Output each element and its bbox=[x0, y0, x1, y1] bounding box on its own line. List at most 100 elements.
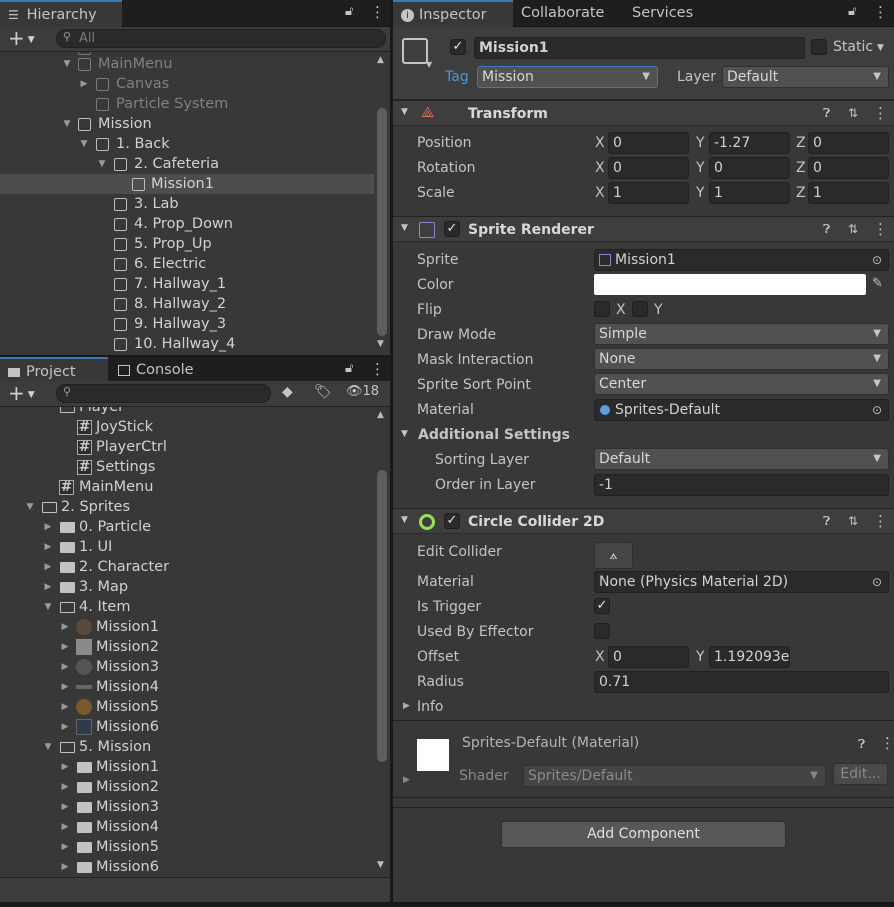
tree-row-lab[interactable]: 3. Lab bbox=[0, 194, 376, 214]
kebab-menu-icon[interactable]: ⋮ bbox=[370, 3, 385, 21]
circle-collider-enabled-checkbox[interactable]: ✓ bbox=[444, 513, 460, 529]
is-trigger-checkbox[interactable]: ✓ bbox=[594, 598, 610, 614]
tab-inspector[interactable]: i Inspector bbox=[393, 0, 513, 27]
rotation-z-field[interactable]: 0 bbox=[808, 157, 889, 179]
object-picker-icon[interactable]: ⊙ bbox=[872, 572, 882, 592]
expand-arrow-icon[interactable]: ▶ bbox=[59, 777, 71, 797]
scale-x-label[interactable]: X bbox=[595, 183, 605, 203]
tree-row-hallway-1[interactable]: 7. Hallway_1 bbox=[0, 274, 376, 294]
additional-settings-label[interactable]: Additional Settings bbox=[418, 425, 570, 445]
material-object-field[interactable]: Sprites-Default ⊙ bbox=[594, 399, 889, 421]
position-x-label[interactable]: X bbox=[595, 133, 605, 153]
tree-row-electric[interactable]: 6. Electric bbox=[0, 254, 376, 274]
tree-row-mission1-selected[interactable]: Mission1 bbox=[0, 174, 374, 194]
flip-x-checkbox[interactable] bbox=[594, 301, 610, 317]
expand-arrow-icon[interactable]: ▶ bbox=[42, 517, 54, 537]
expand-arrow-icon[interactable]: ▼ bbox=[42, 597, 54, 617]
expand-arrow-icon[interactable]: ▶ bbox=[59, 697, 71, 717]
shader-dropdown[interactable]: Sprites/Default ▼ bbox=[523, 765, 826, 787]
offset-y-field[interactable]: 1.192093e bbox=[709, 646, 790, 668]
expand-arrow-icon[interactable]: ▶ bbox=[42, 537, 54, 557]
layer-dropdown[interactable]: Default ▼ bbox=[722, 66, 889, 88]
object-name-field[interactable]: Mission1 bbox=[474, 37, 805, 59]
project-scrollbar[interactable] bbox=[377, 470, 387, 762]
component-menu-icon[interactable]: ⋮ bbox=[880, 734, 894, 752]
sorting-layer-dropdown[interactable]: Default ▼ bbox=[594, 448, 889, 470]
expand-arrow-icon[interactable]: ▶ bbox=[59, 817, 71, 837]
gameobject-large-icon[interactable] bbox=[402, 38, 428, 64]
position-x-field[interactable]: 0 bbox=[608, 132, 689, 154]
tree-row-hallway-4[interactable]: 10. Hallway_4 bbox=[0, 334, 376, 354]
expand-arrow-icon[interactable]: ▼ bbox=[61, 114, 73, 134]
scroll-up-arrow-icon[interactable]: ▲ bbox=[377, 55, 384, 65]
expand-arrow-icon[interactable]: ▼ bbox=[24, 497, 36, 517]
kebab-menu-icon[interactable]: ⋮ bbox=[873, 3, 888, 21]
panel-splitter[interactable] bbox=[390, 0, 393, 907]
circle-collider-header[interactable]: ▼ ✓ Circle Collider 2D ❓︎ ⇅ ⋮ bbox=[393, 508, 894, 534]
rotation-x-field[interactable]: 0 bbox=[608, 157, 689, 179]
filter-by-type-icon[interactable]: ◆ bbox=[282, 384, 293, 400]
tree-row-prop-up[interactable]: 5. Prop_Up bbox=[0, 234, 376, 254]
help-icon[interactable]: ❓︎ bbox=[823, 222, 830, 237]
color-swatch[interactable] bbox=[594, 274, 866, 295]
help-icon[interactable]: ❓︎ bbox=[858, 737, 865, 752]
expand-arrow-icon[interactable]: ▶ bbox=[59, 657, 71, 677]
filter-by-label-icon[interactable]: 🏷︎ bbox=[314, 384, 332, 400]
foldout-arrow-icon[interactable]: ▼ bbox=[401, 107, 408, 117]
flip-y-checkbox[interactable] bbox=[632, 301, 648, 317]
lock-icon[interactable]: 🔓︎ bbox=[345, 361, 353, 376]
help-icon[interactable]: ❓︎ bbox=[823, 514, 830, 529]
sprite-object-field[interactable]: Mission1 ⊙ bbox=[594, 249, 889, 271]
expand-arrow-icon[interactable]: ▼ bbox=[42, 737, 54, 757]
horizontal-splitter[interactable] bbox=[0, 355, 390, 357]
scale-y-label[interactable]: Y bbox=[696, 183, 705, 203]
position-y-field[interactable]: -1.27 bbox=[709, 132, 790, 154]
rotation-x-label[interactable]: X bbox=[595, 158, 605, 178]
expand-arrow-icon[interactable]: ▶ bbox=[59, 757, 71, 777]
offset-y-label[interactable]: Y bbox=[696, 647, 705, 667]
rotation-z-label[interactable]: Z bbox=[796, 158, 806, 178]
tree-row-mission[interactable]: ▼ Mission bbox=[0, 114, 376, 134]
lock-icon[interactable]: 🔓︎ bbox=[848, 4, 856, 19]
add-component-button[interactable]: Add Component bbox=[501, 821, 786, 848]
rotation-y-label[interactable]: Y bbox=[696, 158, 705, 178]
component-menu-icon[interactable]: ⋮ bbox=[873, 512, 888, 530]
expand-arrow-icon[interactable]: ▶ bbox=[59, 617, 71, 637]
info-foldout-label[interactable]: Info bbox=[417, 697, 444, 717]
sprite-renderer-enabled-checkbox[interactable]: ✓ bbox=[444, 221, 460, 237]
chevron-down-icon[interactable]: ▼ bbox=[877, 43, 884, 53]
expand-arrow-icon[interactable]: ▶ bbox=[59, 837, 71, 857]
expand-arrow-icon[interactable]: ▶ bbox=[59, 797, 71, 817]
static-checkbox[interactable] bbox=[811, 39, 827, 55]
tab-console[interactable]: Console bbox=[110, 357, 202, 384]
component-menu-icon[interactable]: ⋮ bbox=[873, 220, 888, 238]
kebab-menu-icon[interactable]: ⋮ bbox=[370, 360, 385, 378]
object-picker-icon[interactable]: ⊙ bbox=[872, 400, 882, 420]
presets-icon[interactable]: ⇅ bbox=[848, 514, 858, 528]
scale-z-field[interactable]: 1 bbox=[808, 182, 889, 204]
help-icon[interactable]: ❓︎ bbox=[823, 106, 830, 121]
collider-material-field[interactable]: None (Physics Material 2D) ⊙ bbox=[594, 571, 889, 593]
tab-hierarchy[interactable]: ☰ Hierarchy bbox=[0, 0, 122, 27]
tree-row-particle-system[interactable]: Particle System bbox=[0, 94, 376, 114]
tree-row-prop-down[interactable]: 4. Prop_Down bbox=[0, 214, 376, 234]
tree-row-hallway-2[interactable]: 8. Hallway_2 bbox=[0, 294, 376, 314]
foldout-arrow-icon[interactable]: ▼ bbox=[401, 223, 408, 233]
foldout-arrow-icon[interactable]: ▶ bbox=[403, 701, 410, 711]
scale-x-field[interactable]: 1 bbox=[608, 182, 689, 204]
order-in-layer-field[interactable]: -1 bbox=[594, 474, 889, 496]
used-by-effector-checkbox[interactable] bbox=[594, 623, 610, 639]
expand-arrow-icon[interactable]: ▶ bbox=[59, 637, 71, 657]
expand-arrow-icon[interactable]: ▶ bbox=[42, 577, 54, 597]
tab-project[interactable]: Project bbox=[0, 357, 108, 384]
create-dropdown-button[interactable]: + ▼ bbox=[8, 27, 35, 51]
scroll-up-arrow-icon[interactable]: ▲ bbox=[377, 410, 384, 420]
tree-row-hallway-3[interactable]: 9. Hallway_3 bbox=[0, 314, 376, 334]
create-asset-dropdown-button[interactable]: + ▼ bbox=[8, 382, 35, 406]
expand-arrow-icon[interactable]: ▶ bbox=[59, 717, 71, 737]
foldout-arrow-icon[interactable]: ▶ bbox=[403, 775, 410, 785]
tab-services[interactable]: Services bbox=[624, 0, 701, 27]
scale-z-label[interactable]: Z bbox=[796, 183, 806, 203]
tag-dropdown[interactable]: Mission ▼ bbox=[477, 66, 658, 88]
expand-arrow-icon[interactable]: ▼ bbox=[61, 54, 73, 74]
